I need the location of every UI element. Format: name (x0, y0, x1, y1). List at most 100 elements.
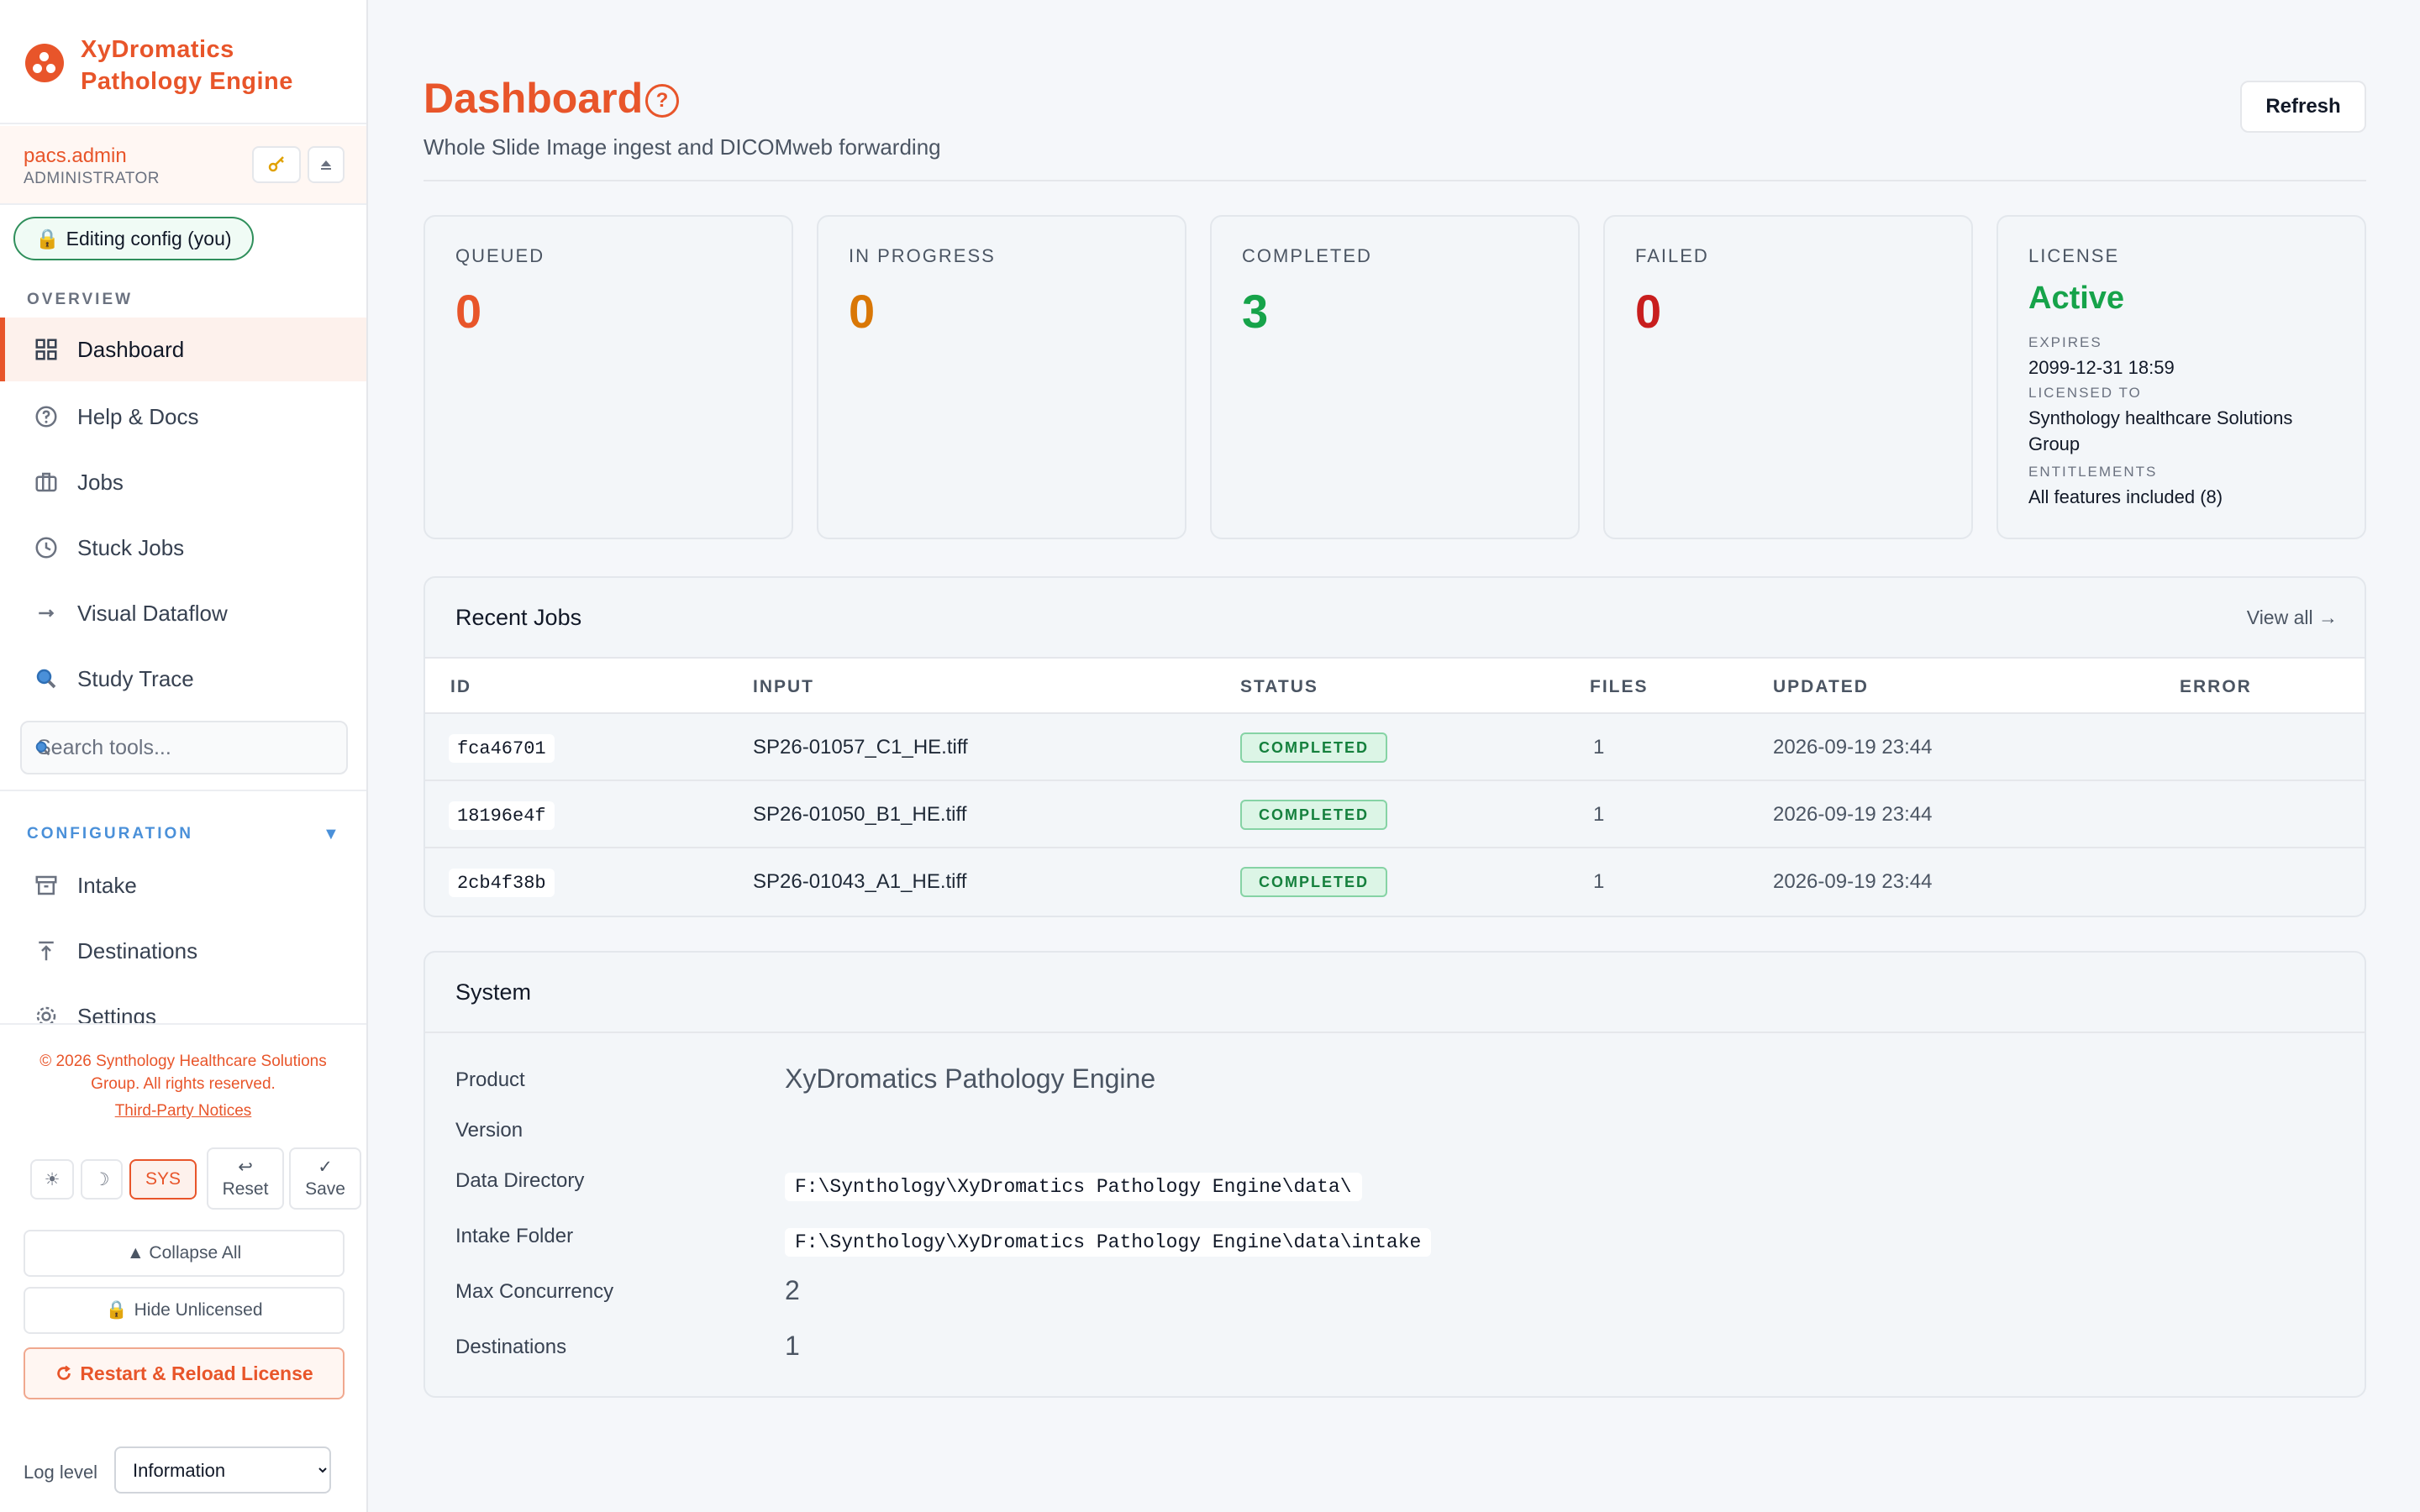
jobs-table-header: ID INPUT STATUS FILES UPDATED ERROR (425, 657, 2365, 714)
column-header[interactable]: STATUS (1240, 677, 1318, 697)
product-label: Product (455, 1068, 525, 1091)
eject-icon (321, 160, 331, 170)
nav-label: Help & Docs (77, 403, 199, 429)
search-icon (35, 741, 50, 756)
license-label: LICENSE (2028, 245, 2120, 266)
arrow-right-icon (32, 599, 60, 627)
save-button[interactable]: ✓ Save (289, 1147, 361, 1210)
table-row[interactable]: 18196e4f SP26-01050_B1_HE.tiff COMPLETED… (425, 781, 2365, 848)
theme-system-button[interactable]: SYS (129, 1159, 197, 1200)
collapse-all-button[interactable]: ▲ Collapse All (24, 1230, 345, 1277)
lock-icon: 🔒 (35, 227, 60, 249)
column-header[interactable]: FILES (1590, 677, 1649, 697)
column-header[interactable]: UPDATED (1773, 677, 1869, 697)
copyright-text: © 2026 Synthology Healthcare Solutions G… (39, 1053, 327, 1093)
job-id[interactable]: fca46701 (449, 734, 555, 763)
briefcase-icon (32, 468, 60, 496)
system-divider (425, 1032, 2365, 1033)
section-overview: OVERVIEW (27, 291, 134, 308)
stat-value: 3 (1242, 285, 1269, 338)
restart-reload-license-button[interactable]: Restart & Reload License (24, 1347, 345, 1399)
product-value: XyDromatics Pathology Engine (785, 1063, 1156, 1094)
refresh-icon (57, 1365, 71, 1380)
license-licensed-to-label: LICENSED TO (2028, 385, 2142, 401)
job-id[interactable]: 2cb4f38b (449, 869, 555, 897)
theme-light-button[interactable]: ☀ (30, 1159, 74, 1200)
search-tools-field[interactable] (20, 721, 348, 774)
nav-help-docs[interactable]: Help & Docs (0, 385, 366, 449)
table-row[interactable]: 2cb4f38b SP26-01043_A1_HE.tiff COMPLETED… (425, 848, 2365, 916)
editing-config-label: Editing config (you) (66, 227, 232, 249)
stat-card-in-progress: IN PROGRESS 0 (817, 215, 1186, 539)
stat-label: FAILED (1635, 245, 1709, 266)
destinations-label: Destinations (455, 1336, 567, 1358)
nav-destinations[interactable]: Destinations (0, 919, 366, 983)
grid-icon (32, 335, 60, 364)
nav-intake[interactable]: Intake (0, 853, 366, 917)
undo-icon: ↩ (238, 1158, 253, 1177)
logo-icon (25, 44, 64, 82)
nav-label: Jobs (77, 469, 124, 495)
nav-stuck-jobs[interactable]: Stuck Jobs (0, 516, 366, 580)
status-badge: COMPLETED (1240, 867, 1388, 897)
help-icon[interactable]: ? (645, 84, 679, 118)
user-name: pacs.admin (24, 144, 127, 167)
job-input: SP26-01050_B1_HE.tiff (753, 803, 967, 826)
log-level-label: Log level (24, 1462, 98, 1483)
page-title: Dashboard (424, 75, 644, 122)
license-entitlements-label: ENTITLEMENTS (2028, 464, 2158, 480)
key-button[interactable] (252, 146, 301, 183)
stat-value: 0 (1635, 285, 1662, 338)
system-title: System (455, 979, 532, 1005)
job-updated: 2026-09-19 23:44 (1773, 736, 1933, 759)
view-all-link[interactable]: View all → (2247, 606, 2338, 629)
logout-button[interactable] (308, 146, 345, 183)
save-label: Save (305, 1179, 345, 1199)
key-icon (268, 156, 284, 172)
reset-button[interactable]: ↩ Reset (207, 1147, 284, 1210)
license-expires: 2099-12-31 18:59 (2028, 357, 2175, 378)
job-input: SP26-01043_A1_HE.tiff (753, 870, 967, 893)
intake-folder-value: F:\Synthology\XyDromatics Pathology Engi… (785, 1228, 1432, 1257)
column-header[interactable]: ID (450, 677, 471, 697)
user-box: pacs.admin ADMINISTRATOR (0, 126, 366, 205)
nav-jobs[interactable]: Jobs (0, 450, 366, 514)
stat-value: 0 (455, 285, 482, 338)
stat-card-failed: FAILED 0 (1603, 215, 1973, 539)
nav-label: Visual Dataflow (77, 600, 228, 626)
nav-study-trace[interactable]: Study Trace (0, 647, 366, 711)
search-tools-input[interactable] (35, 734, 321, 761)
log-level-select[interactable]: Information (114, 1446, 331, 1494)
theme-dark-button[interactable]: ☽ (81, 1159, 123, 1200)
collapse-configuration-toggle[interactable]: ▼ (323, 825, 339, 844)
page-subtitle: Whole Slide Image ingest and DICOMweb fo… (424, 134, 941, 160)
nav-label: Stuck Jobs (77, 534, 185, 560)
job-updated: 2026-09-19 23:44 (1773, 803, 1933, 826)
max-concurrency-value: 2 (785, 1275, 800, 1305)
nav-visual-dataflow[interactable]: Visual Dataflow (0, 581, 366, 645)
job-id[interactable]: 18196e4f (449, 801, 555, 830)
nav-dashboard[interactable]: Dashboard (0, 318, 366, 381)
refresh-button[interactable]: Refresh (2240, 81, 2366, 133)
job-files: 1 (1593, 870, 1605, 893)
nav-label: Intake (77, 872, 137, 898)
license-licensed-to: Synthology healthcare Solutions Group (2028, 407, 2293, 454)
editing-config-badge[interactable]: 🔒 Editing config (you) (13, 217, 254, 260)
table-row[interactable]: fca46701 SP26-01057_C1_HE.tiff COMPLETED… (425, 714, 2365, 781)
stat-label: QUEUED (455, 245, 545, 266)
column-header[interactable]: ERROR (2180, 677, 2252, 697)
upload-icon (32, 937, 60, 965)
max-concurrency-label: Max Concurrency (455, 1280, 614, 1303)
license-card: LICENSE Active EXPIRES 2099-12-31 18:59 … (1996, 215, 2366, 539)
third-party-notices-link[interactable]: Third-Party Notices (0, 1102, 366, 1121)
hide-unlicensed-label: Hide Unlicensed (134, 1300, 263, 1320)
lock-icon: 🔒 (105, 1300, 128, 1320)
destinations-value: 1 (785, 1331, 800, 1361)
title-divider (424, 180, 2366, 181)
job-files: 1 (1593, 803, 1605, 826)
column-header[interactable]: INPUT (753, 677, 814, 697)
sidebar-footer: © 2026 Synthology Healthcare Solutions G… (0, 1023, 366, 1512)
system-panel: System Product XyDromatics Pathology Eng… (424, 951, 2366, 1398)
version-label: Version (455, 1119, 523, 1142)
hide-unlicensed-button[interactable]: 🔒 Hide Unlicensed (24, 1287, 345, 1334)
